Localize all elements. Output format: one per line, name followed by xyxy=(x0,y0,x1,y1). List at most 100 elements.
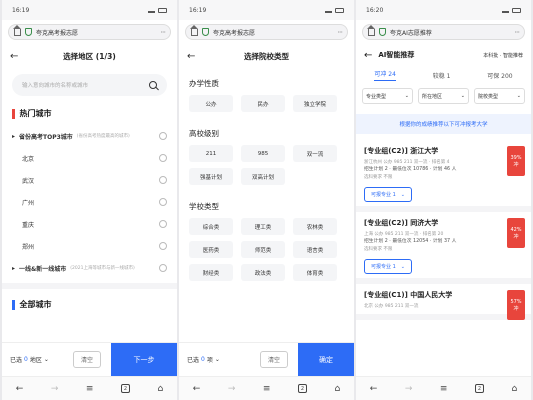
home-icon[interactable] xyxy=(190,24,198,36)
school-card[interactable]: [专业组(C2)] 同济大学 上海 公办 985 211 双一流 · 排名第 2… xyxy=(356,212,531,285)
city-row[interactable]: 北京 xyxy=(2,147,177,169)
city-row[interactable]: 郑州 xyxy=(2,235,177,257)
filter-chip[interactable]: 985 xyxy=(241,145,285,162)
city-search-input[interactable]: 输入意向城市的名称或城市 xyxy=(12,74,167,96)
school-card[interactable]: [专业组(C1)] 中国人民大学 北京 公办 985 211 双一流 57% 冲 xyxy=(356,284,531,321)
filter-chip[interactable]: 农林类 xyxy=(293,218,337,235)
chevron-down-icon: ⌄ xyxy=(516,93,521,99)
majors-dropdown[interactable]: 可报专业 1 ⌄ xyxy=(364,187,412,203)
status-time: 16:19 xyxy=(189,6,207,14)
city-row[interactable]: 重庆 xyxy=(2,213,177,235)
filter-chip[interactable]: 体育类 xyxy=(293,264,337,281)
city-label: 广州 xyxy=(22,199,35,207)
chip-group: 公办 民办 独立学院 xyxy=(179,95,354,112)
school-name: [专业组(C1)] 中国人民大学 xyxy=(364,291,453,300)
tabs-icon[interactable]: 2 xyxy=(120,384,130,393)
phone-panel-school-type: 16:19 夸克高考报志愿 ··· ← 选择院校类型 办学性质 公办 民办 独立… xyxy=(179,0,354,400)
city-row[interactable]: 武汉 xyxy=(2,169,177,191)
next-button[interactable]: 下一步 xyxy=(111,342,177,377)
all-cities-section: 全部城市 xyxy=(2,293,177,316)
filter-major[interactable]: 专业类型 ⌄ xyxy=(362,88,413,104)
filter-chip[interactable]: 师范类 xyxy=(241,241,285,258)
home-icon[interactable] xyxy=(13,24,21,36)
screenshot-collage: 16:19 夸克高考报志愿 ··· ← 选择地区 (1/3) 输入意向城市的名称… xyxy=(0,0,533,400)
filter-chip[interactable]: 公办 xyxy=(189,95,233,112)
radio-button[interactable] xyxy=(159,154,167,162)
signal-icon xyxy=(148,8,155,13)
selected-count[interactable]: 已选 0 地区 ⌄ xyxy=(2,355,49,364)
majors-dropdown[interactable]: 可报专业 1 ⌄ xyxy=(364,259,412,275)
home-icon[interactable]: ⌂ xyxy=(334,384,340,394)
home-icon[interactable]: ⌂ xyxy=(511,384,517,394)
address-bar[interactable]: 夸克AI志愿推荐 ··· xyxy=(362,24,525,40)
back-arrow-icon[interactable]: ← xyxy=(10,51,24,62)
clear-button[interactable]: 清空 xyxy=(259,351,288,368)
city-row-tier1[interactable]: ▸ 一线&新一线城市 (2021上海等城市与新一线城市) xyxy=(2,257,177,279)
school-card[interactable]: [专业组(C2)] 浙江大学 浙江杭州 公办 985 211 双一流 · 排名第… xyxy=(356,140,531,213)
back-arrow-icon[interactable]: ← xyxy=(187,51,201,62)
tab-stable[interactable]: 较稳 1 xyxy=(433,71,451,80)
tabs-icon[interactable]: 2 xyxy=(297,384,307,393)
batch-selector[interactable]: 本科批 · 智能推荐 xyxy=(483,52,523,59)
filter-chip[interactable]: 双一流 xyxy=(293,145,337,162)
signal-icon xyxy=(325,8,332,13)
tab-reach[interactable]: 可冲 24 xyxy=(374,69,396,81)
filter-chip[interactable]: 语言类 xyxy=(293,241,337,258)
radio-button[interactable] xyxy=(159,220,167,228)
selected-count[interactable]: 已选 0 项 ⌄ xyxy=(179,355,220,364)
filter-chip[interactable]: 财经类 xyxy=(189,264,233,281)
phone-panel-ai-recommend: 16:20 夸克AI志愿推荐 ··· ← AI智能推荐 本科批 · 智能推荐 可… xyxy=(356,0,531,400)
confirm-button[interactable]: 确定 xyxy=(298,342,354,377)
browser-bottom-nav: ← → ≡ 2 ⌂ xyxy=(179,376,354,400)
filter-chip[interactable]: 211 xyxy=(189,145,233,162)
filter-chip[interactable]: 强基计划 xyxy=(189,168,233,185)
status-time: 16:20 xyxy=(366,6,384,14)
more-icon[interactable]: ··· xyxy=(337,28,343,37)
radio-button[interactable] xyxy=(159,242,167,250)
forward-icon[interactable]: → xyxy=(51,384,59,394)
filter-chip[interactable]: 双高计划 xyxy=(241,168,285,185)
clear-button[interactable]: 清空 xyxy=(72,351,101,368)
address-bar[interactable]: 夸克高考报志愿 ··· xyxy=(185,24,348,40)
chevron-down-icon: ⌄ xyxy=(460,93,465,99)
shield-icon xyxy=(25,28,32,36)
menu-icon[interactable]: ≡ xyxy=(440,384,448,394)
menu-icon[interactable]: ≡ xyxy=(263,384,271,394)
forward-icon[interactable]: → xyxy=(228,384,236,394)
more-icon[interactable]: ··· xyxy=(514,28,520,37)
city-row-top3[interactable]: ▸ 省份高考TOP3城市 (省份高考热度最高的城市) xyxy=(2,125,177,147)
back-icon[interactable]: ← xyxy=(370,384,378,394)
filter-region[interactable]: 所在地区 ⌄ xyxy=(418,88,469,104)
battery-icon xyxy=(158,7,167,13)
city-row[interactable]: 广州 xyxy=(2,191,177,213)
search-placeholder: 输入意向城市的名称或城市 xyxy=(22,83,89,89)
radio-button[interactable] xyxy=(159,264,167,272)
filter-school-type[interactable]: 院校类型 ⌄ xyxy=(474,88,525,104)
city-label: 重庆 xyxy=(22,221,35,229)
more-icon[interactable]: ··· xyxy=(160,28,166,37)
radio-button[interactable] xyxy=(159,132,167,140)
filter-chip[interactable]: 理工类 xyxy=(241,218,285,235)
school-meta: 浙江杭州 公办 985 211 双一流 · 排名第 4 xyxy=(364,160,450,165)
filter-chip[interactable]: 政法类 xyxy=(241,264,285,281)
tabs-icon[interactable]: 2 xyxy=(474,384,484,393)
tab-safe[interactable]: 可保 200 xyxy=(487,71,512,80)
search-icon[interactable] xyxy=(149,81,157,89)
radio-button[interactable] xyxy=(159,198,167,206)
filter-chip[interactable]: 综合类 xyxy=(189,218,233,235)
home-icon[interactable]: ⌂ xyxy=(157,384,163,394)
phone-panel-region: 16:19 夸克高考报志愿 ··· ← 选择地区 (1/3) 输入意向城市的名称… xyxy=(2,0,177,400)
back-arrow-icon[interactable]: ← xyxy=(364,50,372,61)
filter-chip[interactable]: 独立学院 xyxy=(293,95,337,112)
home-icon[interactable] xyxy=(367,24,375,36)
city-label: 省份高考TOP3城市 xyxy=(19,133,73,141)
back-icon[interactable]: ← xyxy=(193,384,201,394)
menu-icon[interactable]: ≡ xyxy=(86,384,94,394)
filter-chip[interactable]: 民办 xyxy=(241,95,285,112)
address-bar[interactable]: 夸克高考报志愿 ··· xyxy=(8,24,171,40)
back-icon[interactable]: ← xyxy=(16,384,24,394)
filter-chip[interactable]: 医药类 xyxy=(189,241,233,258)
radio-button[interactable] xyxy=(159,176,167,184)
recommend-tip: 根据你的成绩推荐以下可冲报考大学 xyxy=(356,114,531,134)
forward-icon[interactable]: → xyxy=(405,384,413,394)
